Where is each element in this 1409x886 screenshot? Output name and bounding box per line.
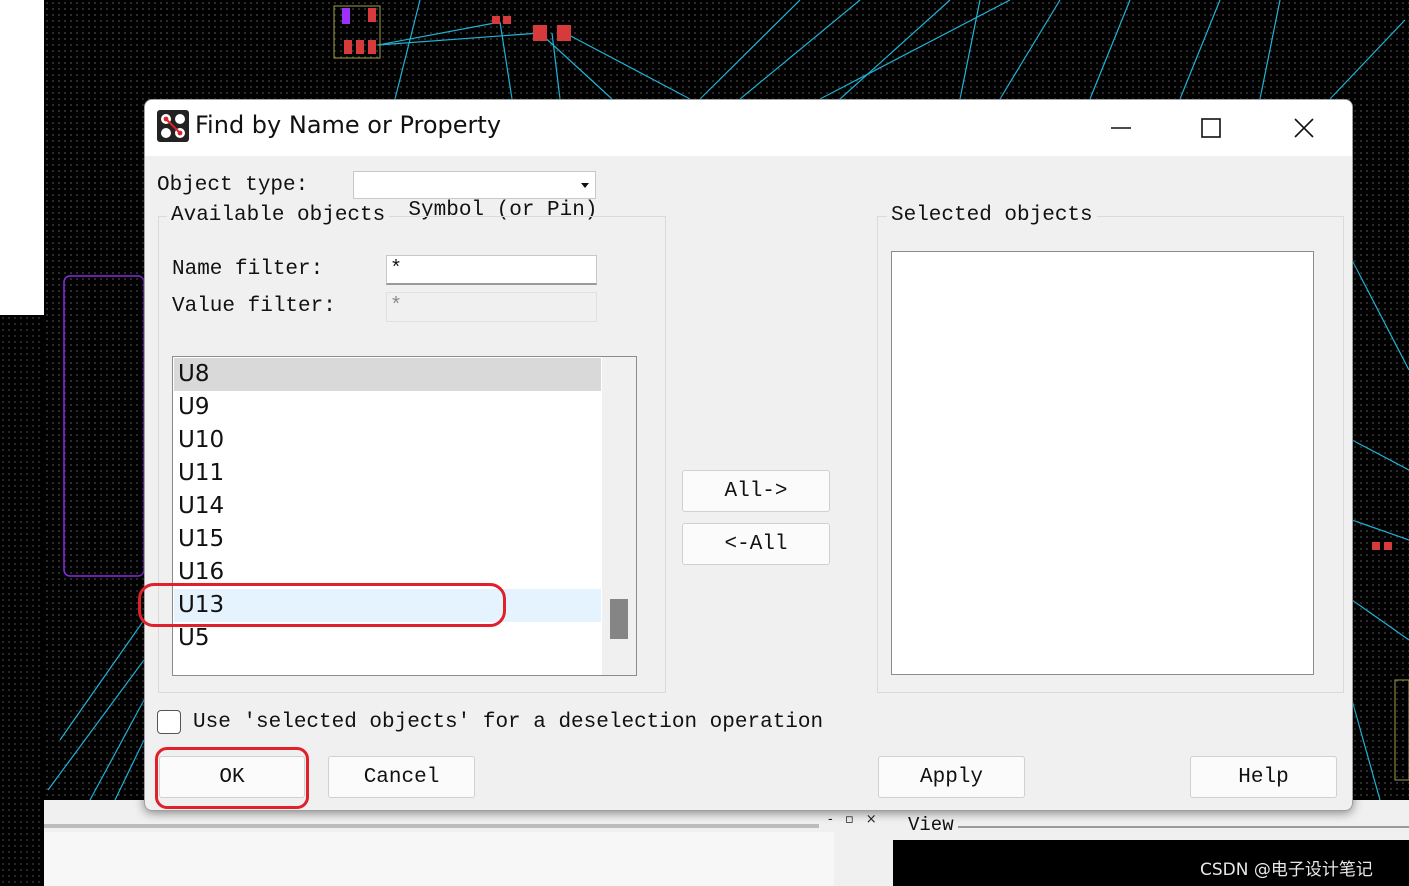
list-item[interactable]: U8 — [174, 358, 601, 391]
pad — [368, 40, 376, 54]
value-filter-input[interactable]: * — [386, 292, 597, 322]
add-all-button[interactable]: All-> — [682, 470, 830, 512]
deselection-checkbox[interactable] — [157, 710, 181, 734]
view-panel-divider — [958, 826, 1409, 828]
list-item[interactable]: U11 — [174, 457, 601, 490]
pad — [492, 16, 500, 24]
view-panel-title: View — [908, 814, 954, 836]
value-filter-label: Value filter: — [172, 295, 336, 318]
list-item[interactable]: U15 — [174, 523, 601, 556]
remove-all-button[interactable]: <-All — [682, 523, 830, 565]
pad — [533, 25, 547, 41]
pad — [1372, 542, 1380, 550]
maximize-button[interactable] — [1165, 100, 1257, 156]
list-scrollbar[interactable] — [602, 357, 636, 675]
deselection-checkbox-label: Use 'selected objects' for a deselection… — [193, 711, 824, 734]
available-objects-list[interactable]: U8 U9 U10 U11 U14 U15 U16 U13 U5 — [172, 356, 637, 676]
object-type-label: Object type: — [157, 174, 309, 197]
ok-button[interactable]: OK — [159, 756, 305, 798]
close-icon — [1294, 118, 1314, 138]
find-by-name-dialog: Find by Name or Property Object type: Sy… — [144, 99, 1353, 811]
pad — [368, 8, 376, 22]
list-item[interactable]: U14 — [174, 490, 601, 523]
component-outline — [1394, 679, 1409, 781]
name-filter-input[interactable]: * — [386, 255, 597, 285]
list-item[interactable]: U10 — [174, 424, 601, 457]
maximize-icon — [1201, 118, 1221, 138]
dialog-title: Find by Name or Property — [195, 111, 502, 139]
name-filter-label: Name filter: — [172, 258, 324, 281]
horizontal-scrollbar[interactable] — [44, 824, 819, 828]
apply-button[interactable]: Apply — [878, 756, 1025, 798]
pad — [503, 16, 511, 24]
minimize-icon — [1111, 127, 1131, 129]
list-item[interactable]: U9 — [174, 391, 601, 424]
pad — [1384, 542, 1392, 550]
selected-objects-list[interactable] — [891, 251, 1314, 675]
pin-marker — [342, 8, 350, 24]
cancel-button[interactable]: Cancel — [328, 756, 475, 798]
list-item[interactable]: U16 — [174, 556, 601, 589]
dialog-titlebar[interactable]: Find by Name or Property — [145, 100, 1352, 156]
minimize-button[interactable] — [1075, 100, 1167, 156]
close-button[interactable] — [1258, 100, 1350, 156]
list-scrollbar-thumb[interactable] — [610, 599, 628, 639]
selected-objects-label: Selected objects — [887, 204, 1097, 227]
list-item-highlighted[interactable]: U13 — [174, 589, 601, 622]
pad — [344, 40, 352, 54]
panel-controls[interactable]: - ▫ × — [828, 812, 881, 827]
host-panel — [44, 832, 834, 886]
available-objects-label: Available objects — [167, 204, 390, 227]
dropdown-arrow-icon — [581, 183, 589, 188]
object-type-select[interactable]: Symbol (or Pin) — [353, 171, 597, 222]
pad — [557, 25, 571, 41]
help-button[interactable]: Help — [1190, 756, 1337, 798]
board-outline — [63, 275, 145, 577]
watermark: CSDN @电子设计笔记 — [1200, 860, 1373, 880]
pad — [356, 40, 364, 54]
app-icon — [157, 110, 189, 142]
list-item[interactable]: U5 — [174, 622, 601, 655]
